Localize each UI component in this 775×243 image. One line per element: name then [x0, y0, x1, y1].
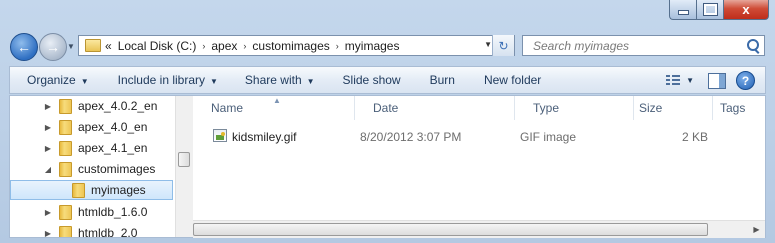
- horizontal-scrollbar[interactable]: ▶: [193, 220, 765, 238]
- minimize-icon: [677, 10, 689, 15]
- address-bar[interactable]: « Local Disk (C:) › apex › customimages …: [78, 35, 515, 56]
- breadcrumb-separator-icon[interactable]: ›: [243, 41, 246, 51]
- forward-arrow-icon: →: [46, 39, 60, 55]
- search-input[interactable]: [531, 37, 735, 54]
- new-folder-button[interactable]: New folder: [455, 73, 541, 87]
- tree-item-label: apex_4.0_en: [78, 120, 148, 134]
- tree-item-label: customimages: [78, 162, 156, 176]
- burn-button[interactable]: Burn: [401, 73, 455, 87]
- tree-item-apex-4-1-en[interactable]: ▶ apex_4.1_en: [43, 138, 171, 158]
- share-with-button[interactable]: Share with ▼: [218, 73, 315, 87]
- file-size: 2 KB: [682, 130, 709, 144]
- tree-item-label: myimages: [91, 183, 146, 197]
- breadcrumb-apex[interactable]: apex: [211, 39, 237, 53]
- expand-arrow-icon[interactable]: ▶: [43, 144, 53, 153]
- refresh-button[interactable]: ↻: [492, 35, 514, 56]
- tree-item-label: apex_4.0.2_en: [78, 99, 158, 113]
- forward-button[interactable]: →: [39, 33, 67, 61]
- column-header-tags[interactable]: Tags: [713, 96, 765, 120]
- tree-item-label: htmldb_2.0: [78, 226, 138, 237]
- folder-icon: [59, 204, 72, 220]
- file-row[interactable]: kidsmiley.gif 8/20/2012 3:07 PM GIF imag…: [201, 126, 761, 148]
- file-list: ▲ Name Date Type Size Tags kidsmiley.gif…: [193, 96, 765, 237]
- share-with-label: Share with: [244, 73, 302, 87]
- folder-open-icon: [59, 161, 72, 177]
- tree-item-label: htmldb_1.6.0: [78, 205, 148, 219]
- slide-show-button[interactable]: Slide show: [315, 73, 401, 87]
- gif-image-icon: [213, 129, 227, 142]
- chevron-down-icon: ▼: [80, 77, 89, 86]
- breadcrumb-local-disk[interactable]: Local Disk (C:): [118, 39, 197, 53]
- file-name: kidsmiley.gif: [232, 130, 297, 144]
- maximize-icon: [703, 4, 717, 15]
- refresh-icon: ↻: [498, 38, 509, 53]
- column-header-name[interactable]: ▲ Name: [193, 96, 355, 120]
- search-box[interactable]: [522, 35, 765, 56]
- toolbar-right-controls: ▼ ?: [666, 71, 755, 90]
- explorer-window: x ← → ▼ « Local Disk (C:) › apex › custo…: [0, 0, 775, 243]
- expand-arrow-icon[interactable]: ▶: [43, 208, 53, 217]
- breadcrumb-separator-icon[interactable]: ›: [336, 41, 339, 51]
- file-date: 8/20/2012 3:07 PM: [360, 130, 462, 144]
- organize-button[interactable]: Organize ▼: [10, 73, 89, 87]
- tree-item-htmldb-1-6-0[interactable]: ▶ htmldb_1.6.0: [43, 202, 171, 222]
- folder-icon: [85, 39, 101, 52]
- column-header-label: Type: [533, 101, 560, 115]
- maximize-button[interactable]: [696, 0, 723, 20]
- chevron-down-icon: ▼: [210, 77, 218, 86]
- tree-item-myimages[interactable]: myimages: [10, 180, 173, 200]
- close-icon: x: [742, 2, 750, 17]
- back-arrow-icon: ←: [17, 39, 31, 55]
- navigation-scrollbar[interactable]: [175, 96, 193, 237]
- tree-item-customimages[interactable]: ◢ customimages: [43, 159, 171, 179]
- navigation-pane: ▶ apex_4.0.2_en ▶ apex_4.0_en ▶ apex_4.1…: [10, 96, 175, 237]
- scrollbar-thumb[interactable]: [193, 223, 708, 236]
- column-header-label: Name: [211, 101, 244, 115]
- minimize-button[interactable]: [669, 0, 696, 20]
- tree-item-apex-4-0-2-en[interactable]: ▶ apex_4.0.2_en: [43, 96, 171, 116]
- tree-item-htmldb-2-0[interactable]: ▶ htmldb_2.0: [43, 223, 171, 237]
- breadcrumb-customimages[interactable]: customimages: [252, 39, 329, 53]
- folder-icon: [59, 225, 72, 237]
- tree-item-label: apex_4.1_en: [78, 141, 148, 155]
- folder-icon: [59, 119, 72, 135]
- column-header-type[interactable]: Type: [515, 96, 634, 120]
- scroll-right-icon[interactable]: ▶: [748, 221, 765, 238]
- breadcrumb-separator-icon[interactable]: ›: [202, 41, 205, 51]
- expand-arrow-icon[interactable]: ▶: [43, 102, 53, 111]
- help-icon[interactable]: ?: [736, 71, 755, 90]
- file-type: GIF image: [520, 130, 577, 144]
- column-header-label: Size: [639, 101, 663, 115]
- recent-pages-dropdown[interactable]: ▼: [67, 42, 75, 51]
- command-bar: Organize ▼ Include in library ▼ Share with…: [9, 66, 766, 94]
- sort-ascending-icon: ▲: [273, 96, 281, 105]
- address-overflow[interactable]: «: [105, 39, 112, 53]
- organize-label: Organize: [27, 73, 76, 87]
- expand-arrow-icon[interactable]: ▶: [43, 229, 53, 238]
- address-dropdown-icon[interactable]: ▼: [484, 40, 492, 49]
- column-header-label: Tags: [720, 101, 746, 115]
- include-in-library-button[interactable]: Include in library ▼: [89, 73, 218, 87]
- column-header-label: Date: [373, 101, 399, 115]
- chevron-down-icon[interactable]: ▼: [686, 76, 694, 85]
- window-controls: x: [669, 0, 769, 20]
- column-header-size[interactable]: Size: [634, 96, 713, 120]
- folder-icon: [59, 140, 72, 156]
- column-header-date[interactable]: Date: [355, 96, 515, 120]
- tree-item-apex-4-0-en[interactable]: ▶ apex_4.0_en: [43, 117, 171, 137]
- collapse-arrow-icon[interactable]: ◢: [43, 165, 53, 174]
- include-in-library-label: Include in library: [117, 73, 205, 87]
- breadcrumb-myimages[interactable]: myimages: [345, 39, 400, 53]
- change-view-icon[interactable]: [666, 74, 681, 87]
- preview-pane-icon[interactable]: [708, 72, 726, 89]
- chevron-down-icon: ▼: [306, 77, 315, 86]
- search-icon[interactable]: [747, 39, 759, 51]
- back-button[interactable]: ←: [10, 33, 38, 61]
- folder-icon: [72, 182, 85, 198]
- content-area: ▶ apex_4.0.2_en ▶ apex_4.0_en ▶ apex_4.1…: [9, 95, 766, 238]
- folder-icon: [59, 98, 72, 114]
- expand-arrow-icon[interactable]: ▶: [43, 123, 53, 132]
- close-button[interactable]: x: [723, 0, 769, 20]
- scrollbar-thumb[interactable]: [178, 152, 190, 167]
